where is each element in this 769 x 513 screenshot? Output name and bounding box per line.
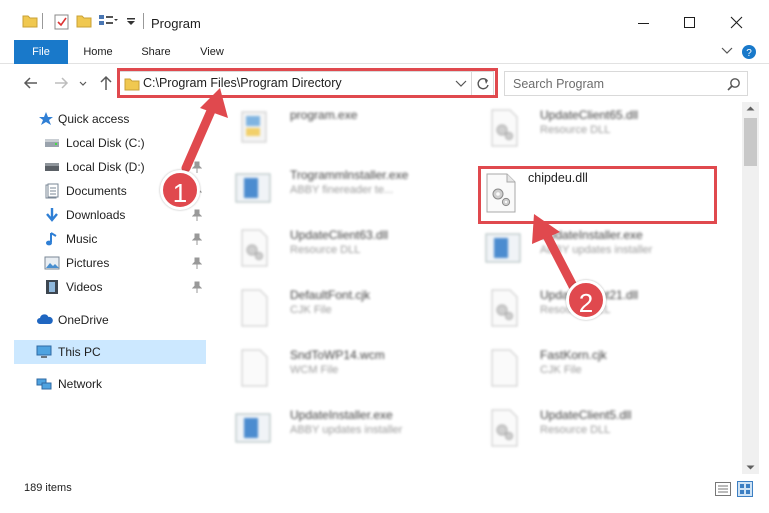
annotation-arrow-1 xyxy=(181,99,219,173)
annotation-arrows xyxy=(181,88,579,293)
step-badge-1: 1 xyxy=(160,170,200,210)
step-badge-2: 2 xyxy=(566,280,606,320)
annotation-arrow-2 xyxy=(541,229,579,293)
